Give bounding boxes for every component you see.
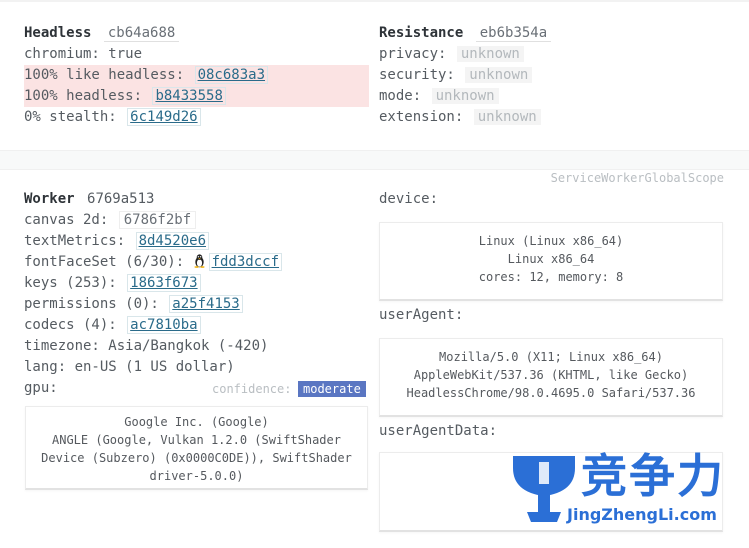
useragent-line: HeadlessChrome/98.0.4695.0 Safari/537.36 [406, 386, 696, 400]
headless-section: Headless cb64a688 chromium: true 100% li… [24, 23, 369, 128]
section-divider [0, 150, 749, 170]
resistance-section: Resistance eb6b354a privacy: unknown sec… [379, 23, 724, 128]
worker-hash: 6769a513 [87, 191, 155, 207]
worker-row-link[interactable]: fdd3dccf [208, 253, 283, 271]
headless-row-label: chromium: [24, 46, 109, 62]
headless-row-link[interactable]: 6c149d26 [127, 108, 201, 126]
headless-row-label: 100% headless: [24, 88, 151, 104]
device-label: device: [379, 191, 439, 207]
resistance-row-value: unknown [431, 88, 499, 104]
device-card: Linux (Linux x86_64) Linux x86_64 cores:… [379, 222, 723, 301]
resistance-row-label: privacy: [379, 46, 455, 62]
worker-row-codecs: codecs (4): ac7810ba [24, 315, 369, 336]
watermark-cn: 竞争力 [581, 449, 725, 503]
resistance-row-security: security: unknown [379, 65, 724, 86]
worker-row-fontfaceset: fontFaceSet (6/30): fdd3dccf [24, 252, 369, 273]
resistance-title: Resistance [379, 25, 464, 41]
resistance-row-label: mode: [379, 88, 430, 104]
worker-row-label: codecs (4): [24, 317, 126, 333]
worker-row-label: canvas 2d: [24, 212, 117, 228]
useragent-line: Mozilla/5.0 (X11; Linux x86_64) [439, 350, 663, 364]
gpu-card: Google Inc. (Google) ANGLE (Google, Vulk… [25, 406, 368, 490]
gpu-line: Google Inc. (Google) [124, 415, 269, 429]
headless-row-label: 100% like headless: [24, 67, 193, 83]
headless-row-headless: 100% headless: b8433558 [24, 86, 369, 107]
watermark-en: JingZhengLi.com [567, 505, 717, 524]
headless-hash: cb64a688 [103, 25, 180, 42]
worker-row-label: fontFaceSet (6/30): [24, 254, 193, 270]
worker-row-permissions: permissions (0): a25f4153 [24, 294, 369, 315]
worker-section: Worker 6769a513 canvas 2d: 6786f2bf text… [24, 189, 369, 399]
worker-row-link[interactable]: ac7810ba [127, 316, 201, 334]
device-line: cores: 12, memory: 8 [478, 270, 624, 284]
worker-row-value: 6786f2bf [118, 211, 197, 229]
headless-row-like-headless: 100% like headless: 08c683a3 [24, 65, 369, 86]
worker-row-label: keys (253): [24, 275, 126, 291]
confidence-badge: moderate [298, 381, 366, 397]
resistance-row-mode: mode: unknown [379, 86, 724, 107]
headless-row-chromium: chromium: true [24, 44, 369, 65]
resistance-row-value: unknown [465, 67, 533, 83]
gpu-line: Device (Subzero) (0x0000C0DE)), SwiftSha… [41, 451, 352, 465]
headless-row-value: true [108, 46, 143, 62]
worker-row-canvas: canvas 2d: 6786f2bf [24, 210, 369, 231]
worker-row-label: textMetrics: [24, 233, 134, 249]
useragent-card: Mozilla/5.0 (X11; Linux x86_64) AppleWeb… [379, 338, 723, 417]
worker-row-link[interactable]: 1863f673 [127, 274, 201, 292]
resistance-row-value: unknown [473, 109, 541, 125]
resistance-row-privacy: privacy: unknown [379, 44, 724, 65]
device-line: Linux x86_64 [507, 252, 595, 266]
headless-title: Headless [24, 25, 92, 41]
useragentdata-label: userAgentData: [379, 423, 498, 439]
worker-row-label: permissions (0): [24, 296, 168, 312]
device-line: Linux (Linux x86_64) [478, 234, 624, 248]
worker-row-textmetrics: textMetrics: 8d4520e6 [24, 231, 369, 252]
scope-label: ServiceWorkerGlobalScope [550, 171, 724, 185]
resistance-row-extension: extension: unknown [379, 107, 724, 128]
worker-row-lang: lang: en-US (1 US dollar) [24, 359, 235, 375]
gpu-line: ANGLE (Google, Vulkan 1.2.0 (SwiftShader [52, 433, 341, 447]
resistance-row-label: extension: [379, 109, 472, 125]
worker-row-timezone: timezone: Asia/Bangkok (-420) [24, 338, 269, 354]
useragent-line: AppleWebKit/537.36 (KHTML, like Gecko) [413, 368, 689, 382]
watermark: 竞争力 JingZhengLi.com [505, 450, 735, 530]
useragent-label: userAgent: [379, 307, 464, 323]
resistance-row-value: unknown [456, 46, 524, 62]
resistance-hash: eb6b354a [475, 25, 552, 42]
worker-row-link[interactable]: a25f4153 [169, 295, 243, 313]
worker-row-link[interactable]: 8d4520e6 [135, 232, 210, 250]
headless-row-label: 0% stealth: [24, 109, 126, 125]
resistance-row-label: security: [379, 67, 464, 83]
headless-header: Headless cb64a688 [24, 23, 369, 44]
linux-penguin-icon [193, 254, 205, 268]
confidence-label: confidence: [212, 382, 292, 396]
resistance-header: Resistance eb6b354a [379, 23, 724, 44]
headless-row-link[interactable]: b8433558 [152, 87, 226, 105]
worker-header: Worker 6769a513 [24, 189, 369, 210]
headless-row-stealth: 0% stealth: 6c149d26 [24, 107, 369, 128]
top-rule [0, 0, 749, 2]
worker-title: Worker [24, 191, 75, 207]
gpu-line: driver-5.0.0) [149, 469, 244, 483]
worker-row-keys: keys (253): 1863f673 [24, 273, 369, 294]
headless-row-link[interactable]: 08c683a3 [194, 66, 269, 84]
